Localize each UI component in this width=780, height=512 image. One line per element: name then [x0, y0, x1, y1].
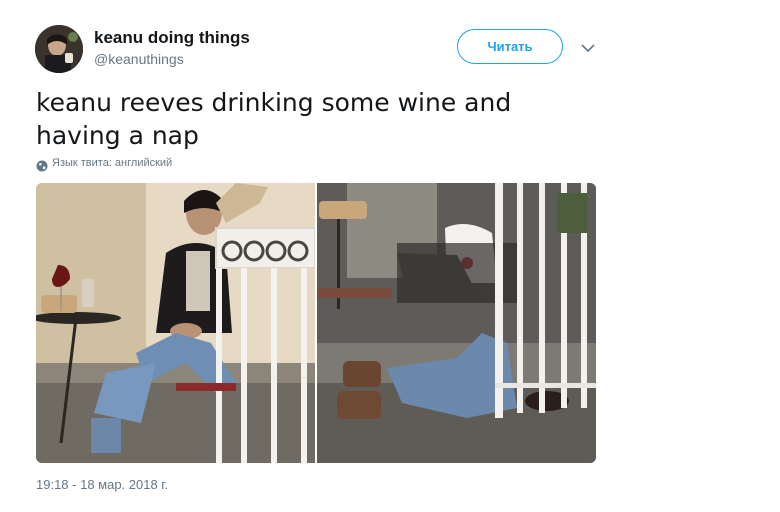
photo-right[interactable]: [317, 183, 596, 463]
tweet-language: Язык твита: английский: [36, 157, 173, 172]
globe-icon: [36, 157, 48, 172]
chevron-down-icon[interactable]: [578, 38, 598, 58]
author-block[interactable]: keanu doing things @keanuthings: [94, 28, 250, 68]
photo-left[interactable]: [36, 183, 315, 463]
media-grid[interactable]: [36, 183, 596, 463]
tweet-timestamp[interactable]: 19:18 - 18 мар. 2018 г.: [36, 477, 168, 492]
language-label: Язык твита: английский: [52, 157, 173, 169]
avatar[interactable]: [35, 25, 83, 73]
tweet-text: keanu reeves drinking some wine and havi…: [36, 88, 512, 150]
display-name[interactable]: keanu doing things: [94, 28, 250, 48]
tweet-card: keanu doing things @keanuthings Читать k…: [0, 0, 780, 512]
user-handle[interactable]: @keanuthings: [94, 50, 250, 68]
follow-button[interactable]: Читать: [457, 29, 563, 64]
